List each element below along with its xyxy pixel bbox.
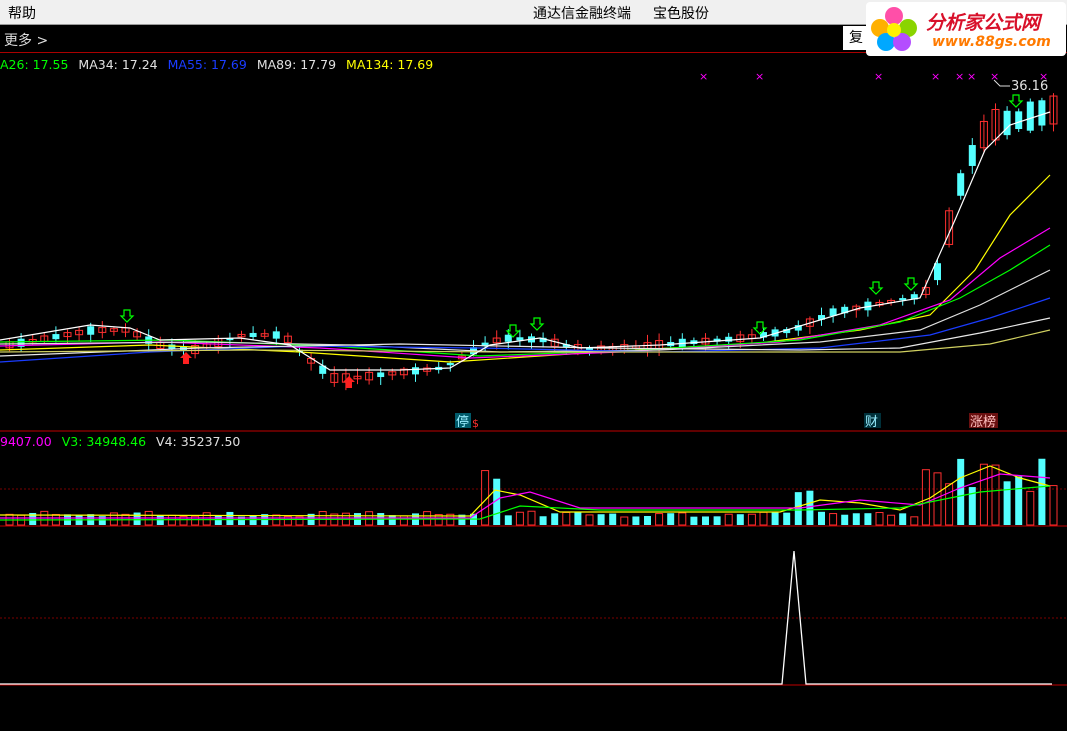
volume-bar (515, 511, 524, 526)
event-tag[interactable]: 涨榜 (970, 414, 996, 430)
ma-line-yellow (0, 174, 1051, 363)
top-signal-marker: × (755, 70, 764, 83)
volume-bar (667, 513, 675, 525)
high-price-label: 36.16 (1011, 79, 1048, 94)
volume-bar (527, 510, 536, 526)
volume-bar (829, 513, 838, 526)
ma-line-fast (0, 111, 1051, 371)
event-tag[interactable]: $ (472, 417, 479, 430)
candle-body (504, 334, 512, 342)
candle-body (272, 331, 280, 339)
volume-bar (875, 512, 884, 526)
kline-chart-area[interactable]: × × × × × × × × 36.16 停 $ 财 涨榜 (0, 0, 1067, 731)
candle-body (87, 326, 95, 335)
volume-bar (678, 512, 687, 526)
candle-body (446, 362, 454, 366)
sell-arrow-icon (1008, 94, 1024, 108)
volume-bar (736, 514, 744, 525)
top-signal-marker: × (955, 70, 964, 83)
candle-body (377, 372, 385, 378)
volume-bar (1026, 490, 1035, 526)
volume-bar (585, 514, 594, 526)
candle-body (1003, 110, 1011, 136)
volume-bar (713, 516, 721, 525)
volume-bar (921, 469, 930, 526)
event-tag[interactable]: 财 (865, 415, 878, 430)
volume-bar (747, 513, 756, 526)
volume-bar (399, 515, 408, 526)
volume-bar (597, 514, 605, 525)
candle-body (1015, 111, 1023, 130)
volume-bar (771, 512, 779, 525)
volume-bar (887, 514, 896, 526)
volume-bar (690, 516, 698, 525)
sell-arrow-icon (529, 317, 545, 331)
top-signal-marker: × (967, 70, 976, 83)
candle-body (249, 332, 257, 338)
volume-bar (991, 464, 1000, 526)
volume-bar (632, 516, 640, 525)
event-tag[interactable]: 停 (456, 414, 469, 430)
top-signal-marker: × (931, 70, 940, 83)
volume-bar (818, 511, 825, 525)
volume-bar (202, 512, 211, 526)
volume-bar (388, 515, 396, 525)
volume-bar (910, 516, 919, 526)
volume-bar (562, 511, 571, 526)
volume-bar (539, 516, 547, 525)
volume-bar (899, 513, 907, 525)
volume-bar (864, 513, 872, 525)
volume-ma-magenta (0, 473, 1051, 519)
candle-body (957, 173, 965, 196)
volume-bar (1003, 481, 1011, 525)
volume-bar (133, 512, 141, 525)
volume-bar (979, 463, 988, 526)
volume-bar (644, 515, 651, 525)
volume-bar (655, 513, 664, 526)
candle-body (1026, 101, 1034, 131)
top-signal-marker: × (874, 70, 883, 83)
volume-bar (1038, 458, 1046, 525)
sell-arrow-icon (868, 281, 884, 295)
sell-arrow-icon (903, 277, 919, 291)
buy-arrow-icon (180, 352, 192, 364)
volume-bar (724, 513, 733, 526)
top-signal-marker: × (699, 70, 708, 83)
volume-bar (1015, 476, 1023, 525)
volume-bar (852, 513, 860, 525)
volume-bar (806, 490, 814, 525)
buy-arrow-icon (343, 376, 355, 388)
volume-bar (759, 511, 768, 526)
candle-body (52, 334, 60, 340)
candle-body (1038, 100, 1046, 126)
volume-bar (620, 516, 629, 526)
volume-bar (783, 512, 791, 525)
volume-bar (957, 458, 965, 525)
volume-bar (504, 515, 512, 525)
candle-body (968, 145, 976, 166)
volume-bar (574, 511, 582, 525)
volume-bar (702, 516, 709, 525)
volume-bar (841, 514, 849, 525)
volume-bar (609, 513, 617, 525)
volume-bar (1049, 485, 1058, 526)
volume-bar (551, 513, 559, 525)
volume-bar (249, 516, 257, 525)
sell-arrow-icon (119, 309, 135, 323)
candle-body (412, 367, 419, 375)
volume-bar (945, 483, 954, 526)
volume-bar (214, 515, 222, 525)
